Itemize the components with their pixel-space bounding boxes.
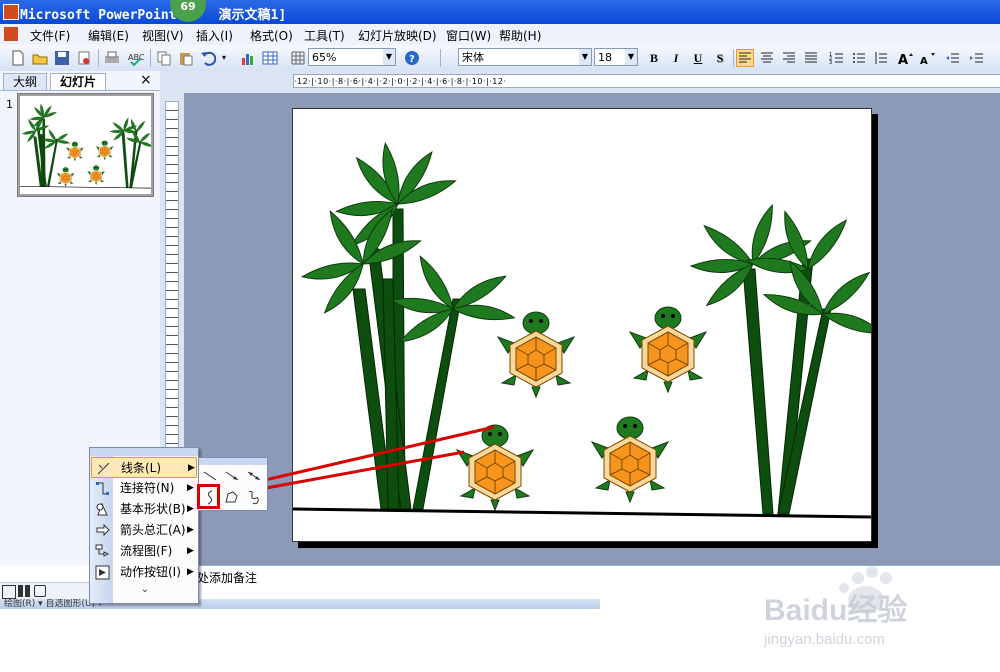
normal-view-icon[interactable] [2,585,16,599]
expand-menu-icon[interactable]: ⌄ [140,585,150,597]
menu-item-lines[interactable]: 线条(L) ▶ [91,457,197,478]
menu-item-flowchart[interactable]: 流程图(F) ▶ [91,541,197,562]
notes-pane[interactable]: 处添加备注 [184,565,1000,600]
submenu-arrow-icon: ▶ [187,525,194,535]
block-arrows-icon [96,523,110,537]
submenu-arrow-icon: ▶ [187,567,194,577]
scribble-icon[interactable] [245,488,263,506]
highlight-box [197,484,220,509]
notes-placeholder: 处添加备注 [197,571,258,585]
menu-item-block-arrows[interactable]: 箭头总汇(A) ▶ [91,520,197,541]
line-icon[interactable] [201,467,219,485]
submenu-arrow-icon: ▶ [187,483,194,493]
menu-item-action-buttons[interactable]: 动作按钮(I) ▶ [91,562,197,583]
autoshapes-menu: 线条(L) ▶ 连接符(N) ▶ 基本形状(B) ▶ 箭头总汇(A) ▶ 流程图(F) ▶… [89,447,199,604]
submenu-grip[interactable] [199,458,267,465]
freeform-icon[interactable] [223,488,241,506]
lines-icon [97,462,110,475]
action-buttons-icon [95,565,110,580]
submenu-arrow-icon: ▶ [187,504,194,514]
flowchart-icon [95,544,110,557]
sorter-view-icon[interactable] [18,585,30,597]
menu-item-basic-shapes[interactable]: 基本形状(B) ▶ [91,499,197,520]
drawing-toolbar-label[interactable]: 绘图(R) ▾ 自选图形(U) ▾ [4,599,103,609]
basic-shapes-icon [96,502,108,516]
slideshow-view-icon[interactable] [34,585,46,597]
menu-grip[interactable] [90,448,198,456]
double-arrow-icon[interactable] [245,467,263,485]
submenu-arrow-icon: ▶ [187,546,194,556]
menu-item-connectors[interactable]: 连接符(N) ▶ [91,478,197,499]
connectors-icon [96,482,109,495]
submenu-arrow-icon: ▶ [188,463,195,473]
arrow-icon[interactable] [223,467,241,485]
